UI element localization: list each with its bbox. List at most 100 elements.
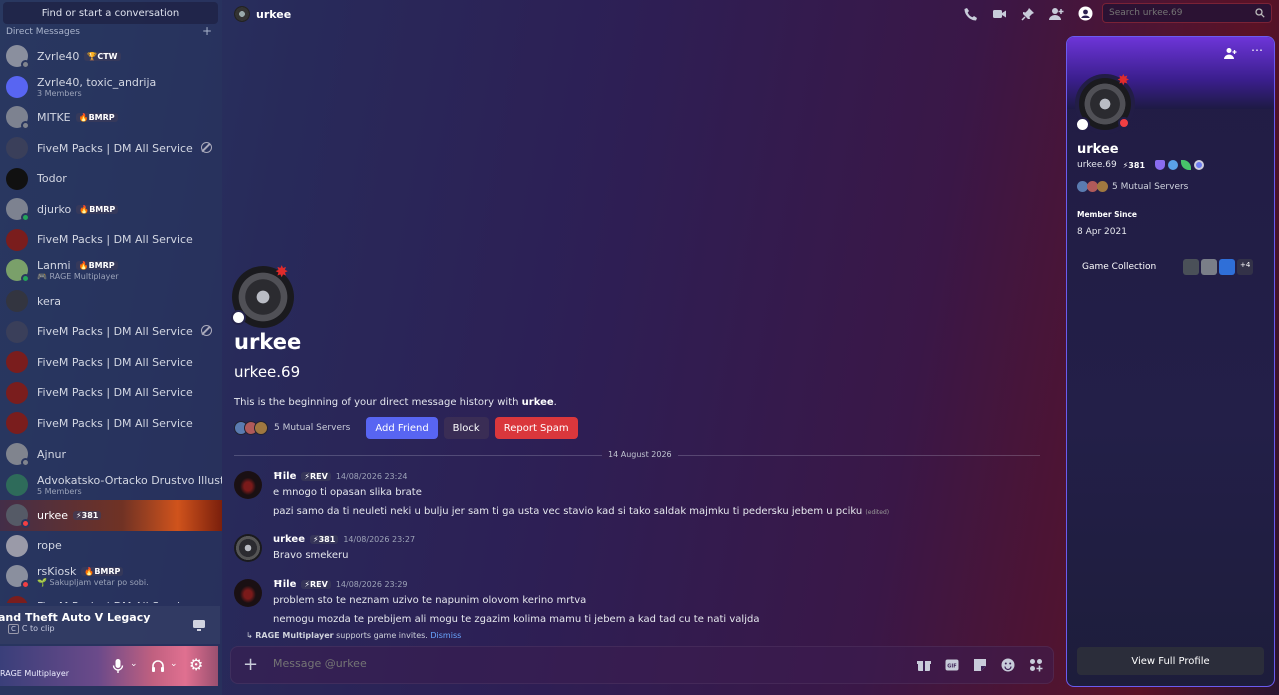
dm-item[interactable]: Zvrle40, toxic_andrija 3 Members bbox=[0, 72, 222, 103]
dismiss-link[interactable]: Dismiss bbox=[430, 631, 461, 640]
header-title: urkee bbox=[256, 7, 292, 21]
dm-avatar bbox=[6, 137, 28, 160]
mic-chevron-icon[interactable]: ⌄ bbox=[130, 659, 138, 669]
attach-plus-icon[interactable]: + bbox=[243, 654, 258, 675]
game-icon bbox=[1219, 259, 1235, 275]
profile-mutual-servers[interactable]: 5 Mutual Servers bbox=[1077, 181, 1188, 192]
header-search-input[interactable] bbox=[1109, 8, 1249, 18]
message-text-line: pazi samo da ti neuleti neki u bulju jer… bbox=[273, 506, 889, 517]
create-dm-button[interactable]: + bbox=[202, 27, 212, 39]
dm-item[interactable]: FiveM Packs | DM All Service bbox=[0, 133, 222, 164]
dm-item[interactable]: kera bbox=[0, 286, 222, 317]
add-friend-icon[interactable] bbox=[1224, 47, 1237, 60]
dm-item[interactable]: djurko 🔥BMRP bbox=[0, 194, 222, 225]
dm-item[interactable]: Todor bbox=[0, 163, 222, 194]
message-author[interactable]: Ħile bbox=[273, 579, 296, 590]
clip-hint: CC to clip bbox=[8, 624, 220, 634]
apps-icon[interactable] bbox=[1029, 658, 1043, 672]
activity-panel: and Theft Auto V Legacy CC to clip bbox=[0, 606, 220, 644]
dm-name: Zvrle40, toxic_andrija bbox=[37, 75, 157, 89]
microphone-icon[interactable] bbox=[112, 659, 124, 673]
status-indicator-icon bbox=[21, 274, 30, 284]
gift-icon[interactable] bbox=[917, 658, 931, 672]
message-avatar[interactable] bbox=[234, 579, 262, 607]
message-composer: + GIF bbox=[230, 646, 1054, 684]
user-profile-toggle-icon[interactable] bbox=[1078, 6, 1093, 21]
dm-subtext: 🌱 Sakupljam vetar po sobi. bbox=[37, 578, 149, 588]
message-text: nemogu mozda te prebijem ali mogu te zga… bbox=[273, 614, 760, 625]
message-author[interactable]: urkee bbox=[273, 534, 305, 545]
status-indicator-icon bbox=[21, 580, 30, 590]
channel-header: urkee bbox=[222, 0, 1279, 28]
report-spam-button[interactable]: Report Spam bbox=[494, 417, 578, 439]
dm-text: kera bbox=[37, 295, 61, 308]
headphones-chevron-icon[interactable]: ⌄ bbox=[170, 659, 178, 669]
game-collection-row[interactable]: Game Collection +4 bbox=[1077, 255, 1267, 279]
video-call-icon[interactable] bbox=[992, 7, 1007, 21]
dm-text: FiveM Packs | DM All Service bbox=[37, 325, 193, 338]
sticker-icon[interactable] bbox=[973, 658, 987, 672]
edited-label: (edited) bbox=[865, 509, 890, 516]
dm-item[interactable]: FiveM Packs | DM All Service bbox=[0, 347, 222, 378]
dm-text: Todor bbox=[37, 172, 67, 185]
dm-item[interactable]: Advokatsko-Ortacko Drustvo Illustia 5 Mem… bbox=[0, 469, 222, 500]
dm-name: urkee bbox=[37, 508, 69, 522]
message-author[interactable]: Ħile bbox=[273, 471, 296, 482]
dm-name: Ajnur bbox=[37, 447, 67, 461]
dm-name: FiveM Packs | DM All Service bbox=[37, 386, 193, 400]
game-icon bbox=[1183, 259, 1199, 275]
dm-name: FiveM Packs | DM All Service bbox=[37, 600, 193, 603]
profile-badge-icon bbox=[1075, 117, 1090, 132]
dm-item[interactable]: urkee ⚡381 bbox=[0, 499, 222, 531]
leaf-badge-icon bbox=[1181, 160, 1192, 170]
add-friends-to-dm-icon[interactable] bbox=[1049, 7, 1064, 21]
intro-mutual-servers[interactable]: 5 Mutual Servers bbox=[274, 423, 350, 433]
intro-display-name: urkee bbox=[234, 330, 302, 354]
dm-text: Ajnur bbox=[37, 448, 66, 461]
dm-item[interactable]: FiveM Packs | DM All Service bbox=[0, 378, 222, 409]
profile-mutual-label: 5 Mutual Servers bbox=[1112, 181, 1189, 192]
gif-icon[interactable]: GIF bbox=[945, 658, 959, 672]
composer-tools: GIF bbox=[917, 658, 1043, 672]
dm-item[interactable]: FiveM Packs | DM All Service bbox=[0, 408, 222, 439]
dm-item[interactable]: Lanmi 🔥BMRP 🎮 RAGE Multiplayer bbox=[0, 255, 222, 286]
settings-gear-icon[interactable]: ⚙ bbox=[189, 655, 203, 674]
add-friend-button[interactable]: Add Friend bbox=[366, 417, 438, 439]
author-tag: ⚡381 bbox=[310, 535, 339, 544]
dm-avatar bbox=[6, 443, 30, 468]
intro-actions: 5 Mutual Servers Add Friend Block Report… bbox=[234, 417, 578, 439]
dm-header: Direct Messages + bbox=[6, 27, 212, 39]
dm-text: Advokatsko-Ortacko Drustvo Illustia 5 Mem… bbox=[37, 474, 222, 496]
share-screen-icon[interactable] bbox=[192, 618, 206, 632]
dm-tag: 🔥BMRP bbox=[75, 261, 118, 271]
dm-name-row: FiveM Packs | DM All Service bbox=[37, 386, 193, 399]
intro-description: This is the beginning of your direct mes… bbox=[234, 397, 557, 408]
intro-username: urkee.69 bbox=[234, 363, 301, 381]
dm-avatar bbox=[6, 259, 30, 284]
dm-item[interactable]: FiveM Packs | DM All Service bbox=[0, 592, 222, 603]
message-avatar[interactable] bbox=[234, 534, 262, 562]
dm-item[interactable]: Ajnur bbox=[0, 439, 222, 470]
dm-item[interactable]: rsKiosk 🔥BMRP 🌱 Sakupljam vetar po sobi. bbox=[0, 561, 222, 592]
block-button[interactable]: Block bbox=[443, 417, 489, 439]
status-indicator-icon bbox=[21, 458, 30, 468]
voice-call-icon[interactable] bbox=[964, 7, 978, 21]
find-conversation-button[interactable]: Find or start a conversation bbox=[3, 2, 218, 24]
more-options-icon[interactable]: ⋯ bbox=[1251, 43, 1264, 57]
dm-item[interactable]: FiveM Packs | DM All Service bbox=[0, 316, 222, 347]
dm-item[interactable]: rope bbox=[0, 531, 222, 562]
dm-name: FiveM Packs | DM All Service bbox=[37, 416, 193, 430]
dm-item[interactable]: Zvrle40 🏆CTW bbox=[0, 41, 222, 72]
message-input[interactable] bbox=[273, 657, 873, 670]
emoji-icon[interactable] bbox=[1001, 658, 1015, 672]
header-search[interactable] bbox=[1102, 3, 1272, 23]
dm-item[interactable]: FiveM Packs | DM All Service bbox=[0, 225, 222, 256]
dm-name-row: MITKE 🔥BMRP bbox=[37, 111, 118, 124]
message-avatar[interactable] bbox=[234, 471, 262, 499]
view-full-profile-button[interactable]: View Full Profile bbox=[1077, 647, 1264, 675]
dm-name: FiveM Packs | DM All Service bbox=[37, 325, 193, 339]
pinned-messages-icon[interactable] bbox=[1021, 7, 1035, 21]
dm-item[interactable]: MITKE 🔥BMRP bbox=[0, 102, 222, 133]
headphones-icon[interactable] bbox=[151, 659, 165, 673]
game-icon bbox=[1201, 259, 1217, 275]
